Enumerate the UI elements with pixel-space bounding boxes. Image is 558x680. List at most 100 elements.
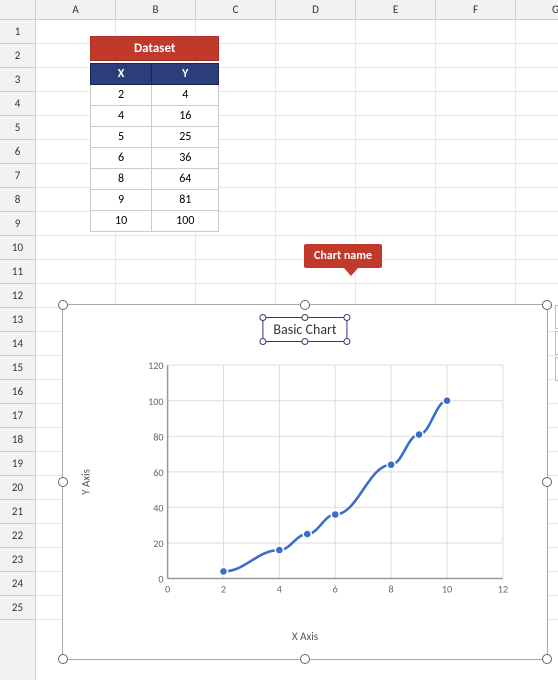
table-row: 10100	[91, 211, 219, 232]
chart-name-callout: Chart name	[304, 244, 382, 268]
table-row: 416	[91, 106, 219, 127]
row-num-12: 12	[0, 284, 35, 308]
table-row: 636	[91, 148, 219, 169]
svg-text:100: 100	[148, 395, 163, 408]
svg-text:8: 8	[389, 583, 394, 596]
cell-y: 36	[152, 148, 219, 169]
row-num-22: 22	[0, 524, 35, 548]
title-handle-br[interactable]	[344, 338, 351, 345]
svg-text:10: 10	[442, 583, 452, 596]
cell-x: 5	[91, 127, 152, 148]
row-numbers: 1 2 3 4 5 6 7 8 9 10 11 12 13 14 15 16 1…	[0, 20, 36, 680]
svg-text:80: 80	[153, 430, 163, 443]
table-row: 981	[91, 190, 219, 211]
table-row: 525	[91, 127, 219, 148]
row-num-2: 2	[0, 44, 35, 68]
cell-y: 25	[152, 127, 219, 148]
row-num-25: 25	[0, 596, 35, 620]
chart-svg: 0 20 40 60 80 100 120 0 2 4 6 8 10 12	[113, 355, 527, 609]
cell-x: 10	[91, 211, 152, 232]
svg-text:12: 12	[498, 583, 508, 596]
col-header-d: D	[276, 0, 356, 20]
chart-plot-area: 0 20 40 60 80 100 120 0 2 4 6 8 10 12	[113, 355, 527, 609]
data-table: X Y 2441652563686498110100	[90, 63, 219, 232]
x-axis-label: X Axis	[292, 630, 318, 643]
col-header-a: A	[36, 0, 116, 20]
chart-container[interactable]: Basic Chart Y Axis X Axis 02040608010012…	[62, 304, 548, 660]
table-row: 24	[91, 85, 219, 106]
resize-handle-tl[interactable]	[58, 300, 68, 310]
row-num-13: 13	[0, 308, 35, 332]
title-handle-tl[interactable]	[259, 314, 266, 321]
resize-handle-mr[interactable]	[542, 477, 552, 487]
row-num-5: 5	[0, 116, 35, 140]
cell-y: 4	[152, 85, 219, 106]
col-header-b: B	[116, 0, 196, 20]
col-x-header: X	[91, 64, 152, 85]
row-num-18: 18	[0, 428, 35, 452]
cell-y: 81	[152, 190, 219, 211]
y-axis-label: Y Axis	[79, 469, 92, 495]
cell-y: 16	[152, 106, 219, 127]
chart-title-text: Basic Chart	[273, 321, 336, 338]
svg-text:2: 2	[221, 583, 226, 596]
row-num-21: 21	[0, 500, 35, 524]
svg-text:40: 40	[153, 501, 163, 514]
row-num-20: 20	[0, 476, 35, 500]
row-num-8: 8	[0, 188, 35, 212]
svg-text:0: 0	[165, 583, 170, 596]
col-header-e: E	[356, 0, 436, 20]
row-num-6: 6	[0, 140, 35, 164]
svg-text:6: 6	[333, 583, 338, 596]
row-num-3: 3	[0, 68, 35, 92]
title-handle-bl[interactable]	[259, 338, 266, 345]
cell-y: 64	[152, 169, 219, 190]
col-y-header: Y	[152, 64, 219, 85]
title-handle-tm[interactable]	[301, 314, 308, 321]
row-num-15: 15	[0, 356, 35, 380]
cell-x: 2	[91, 85, 152, 106]
column-headers: A B C D E F G H	[0, 0, 558, 20]
dataset-title: Dataset	[90, 36, 219, 61]
dataset-container: Dataset X Y 2441652563686498110100	[90, 36, 219, 232]
col-header-c: C	[196, 0, 276, 20]
corner-cell	[0, 0, 36, 20]
cell-x: 8	[91, 169, 152, 190]
row-num-11: 11	[0, 260, 35, 284]
row-num-9: 9	[0, 212, 35, 236]
row-num-19: 19	[0, 452, 35, 476]
resize-handle-ml[interactable]	[58, 477, 68, 487]
row-num-10: 10	[0, 236, 35, 260]
resize-handle-br[interactable]	[542, 654, 552, 664]
row-num-24: 24	[0, 572, 35, 596]
row-num-23: 23	[0, 548, 35, 572]
row-num-4: 4	[0, 92, 35, 116]
spreadsheet: A B C D E F G H 1 2 3 4 5 6 7 8 9 10 11 …	[0, 0, 558, 680]
main-area: 1 2 3 4 5 6 7 8 9 10 11 12 13 14 15 16 1…	[0, 20, 558, 680]
col-header-f: F	[436, 0, 516, 20]
resize-handle-tr[interactable]	[542, 300, 552, 310]
cell-y: 100	[152, 211, 219, 232]
svg-text:120: 120	[148, 359, 163, 372]
resize-handle-tm[interactable]	[300, 300, 310, 310]
row-num-14: 14	[0, 332, 35, 356]
row-num-16: 16	[0, 380, 35, 404]
row-num-7: 7	[0, 164, 35, 188]
svg-text:0: 0	[158, 573, 163, 586]
col-header-g: G	[516, 0, 558, 20]
title-handle-tr[interactable]	[344, 314, 351, 321]
resize-handle-bm[interactable]	[300, 654, 310, 664]
sheet-content: Dataset X Y 2441652563686498110100 Chart…	[36, 20, 558, 680]
resize-handle-bl[interactable]	[58, 654, 68, 664]
title-handle-bm[interactable]	[301, 338, 308, 345]
svg-text:60: 60	[153, 466, 163, 479]
cell-x: 4	[91, 106, 152, 127]
row-num-17: 17	[0, 404, 35, 428]
cell-x: 6	[91, 148, 152, 169]
chart-title-box[interactable]: Basic Chart	[262, 317, 347, 342]
cell-x: 9	[91, 190, 152, 211]
row-num-1: 1	[0, 20, 35, 44]
svg-text:20: 20	[153, 537, 163, 550]
svg-text:4: 4	[277, 583, 282, 596]
table-row: 864	[91, 169, 219, 190]
